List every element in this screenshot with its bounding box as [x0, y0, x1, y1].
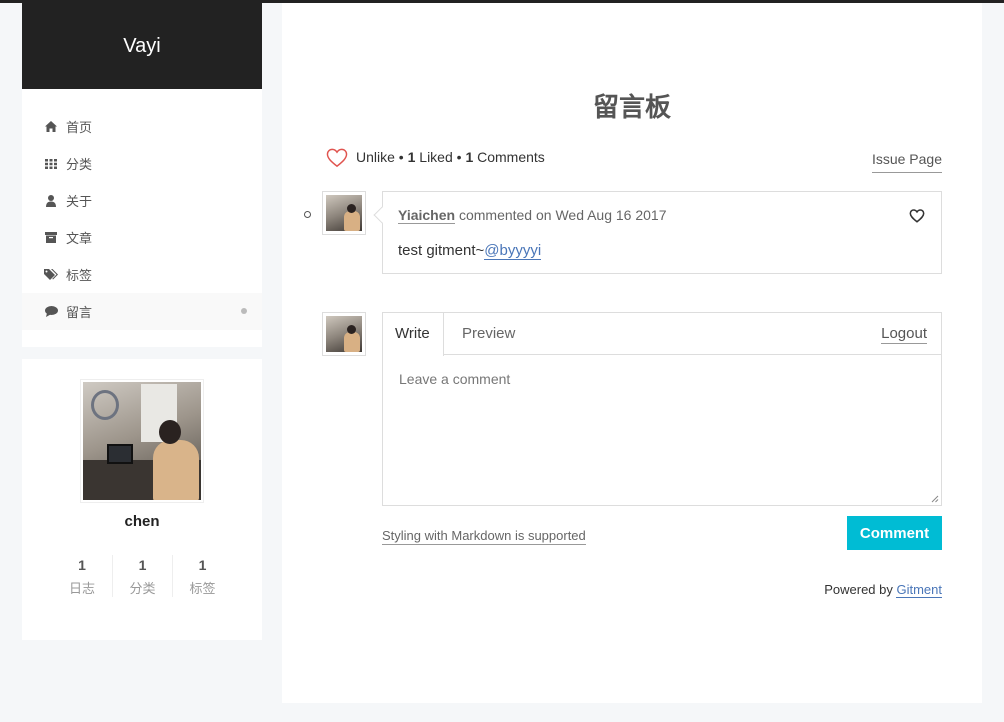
heart-icon[interactable] — [326, 148, 348, 170]
heart-outline-icon[interactable] — [909, 209, 925, 225]
site-header: Vayi — [22, 3, 262, 89]
markdown-support-link[interactable]: Styling with Markdown is supported — [382, 528, 586, 545]
comment-author-avatar[interactable] — [322, 191, 366, 235]
stat-label: 分类 — [129, 581, 156, 596]
mention-link[interactable]: @byyyyi — [484, 242, 542, 260]
comment-card: Yiaichen commented on Wed Aug 16 2017 te… — [373, 191, 942, 274]
grid-icon — [44, 157, 58, 171]
gitment-header: Unlike • 1 Liked • 1 Comments Issue Page — [326, 146, 942, 176]
sidebar-item-label: 分类 — [66, 157, 93, 172]
site-title[interactable]: Vayi — [123, 35, 160, 58]
comment-body: test gitment~@byyyyi — [398, 242, 542, 260]
sidebar-item-guestbook[interactable]: 留言 — [22, 293, 262, 330]
comment-icon — [44, 305, 58, 319]
powered-by: Powered by Gitment — [824, 582, 942, 598]
logout-link[interactable]: Logout — [881, 325, 927, 344]
sidebar-item-archives[interactable]: 文章 — [22, 219, 262, 256]
sidebar-menu: 首页 分类 关于 文章 标签 留言 — [22, 89, 262, 347]
comment-author[interactable]: Yiaichen — [398, 207, 456, 224]
home-icon — [44, 120, 58, 134]
stat-value: 1 — [78, 557, 86, 573]
comment-textarea[interactable] — [383, 355, 941, 505]
sidebar-item-label: 关于 — [66, 194, 93, 209]
likes-summary: Unlike • 1 Liked • 1 Comments — [356, 149, 545, 165]
sidebar-item-label: 标签 — [66, 268, 93, 283]
stat-value: 1 — [198, 557, 207, 573]
stat-tags[interactable]: 1 标签 — [172, 555, 232, 597]
sidebar-item-about[interactable]: 关于 — [22, 182, 262, 219]
sidebar-item-tags[interactable]: 标签 — [22, 256, 262, 293]
stat-posts[interactable]: 1 日志 — [52, 555, 112, 597]
comment-header: Yiaichen commented on Wed Aug 16 2017 — [398, 207, 667, 224]
comment-meta: commented on Wed Aug 16 2017 — [455, 207, 667, 223]
current-user-avatar[interactable] — [322, 312, 366, 356]
sidebar-item-home[interactable]: 首页 — [22, 108, 262, 145]
tab-preview[interactable]: Preview — [450, 313, 527, 355]
active-indicator — [241, 308, 247, 314]
author-profile: chen 1 日志 1 分类 1 标签 — [22, 359, 262, 640]
author-stats: 1 日志 1 分类 1 标签 — [52, 555, 232, 597]
stat-label: 标签 — [189, 581, 216, 596]
user-icon — [44, 194, 58, 208]
author-avatar — [80, 379, 204, 503]
author-name: chen — [124, 513, 160, 530]
sidebar-item-label: 文章 — [66, 231, 93, 246]
comment-editor: Write Preview Logout — [382, 312, 942, 506]
page-title: 留言板 — [592, 92, 671, 122]
submit-comment-button[interactable]: Comment — [847, 516, 942, 550]
sidebar-item-label: 留言 — [66, 305, 93, 320]
main-content: 留言板 Unlike • 1 Liked • 1 Comments Issue … — [282, 3, 982, 703]
stat-categories[interactable]: 1 分类 — [112, 555, 172, 597]
resize-handle-icon[interactable] — [931, 495, 939, 503]
archive-icon — [44, 231, 58, 245]
editor-tabs: Write Preview Logout — [383, 313, 941, 356]
stat-label: 日志 — [68, 581, 95, 596]
gitment-link[interactable]: Gitment — [896, 582, 942, 598]
tags-icon — [44, 268, 58, 282]
tab-write[interactable]: Write — [383, 313, 444, 356]
issue-page-link[interactable]: Issue Page — [871, 151, 942, 173]
unlike-button[interactable]: Unlike — [356, 149, 395, 165]
stat-value: 1 — [138, 557, 147, 573]
comment-bullet — [304, 211, 311, 218]
sidebar-item-categories[interactable]: 分类 — [22, 145, 262, 182]
sidebar-item-label: 首页 — [66, 120, 93, 135]
